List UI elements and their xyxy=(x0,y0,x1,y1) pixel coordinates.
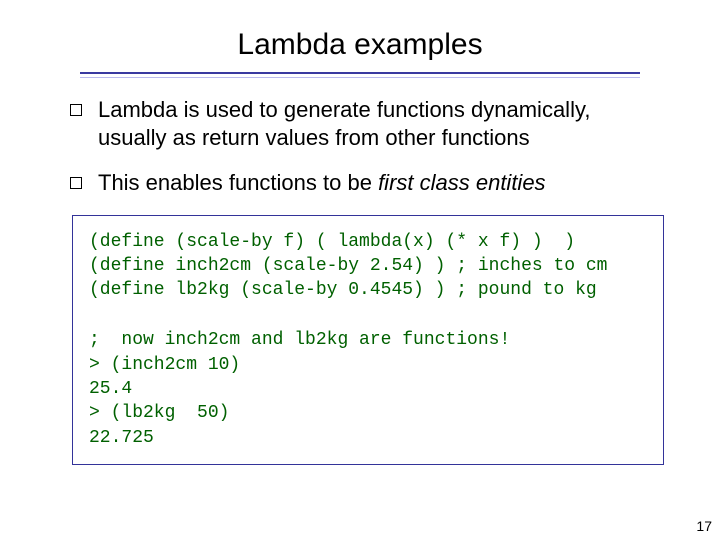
square-bullet-icon xyxy=(70,104,82,116)
title-underline xyxy=(80,72,640,78)
bullet-item: Lambda is used to generate functions dyn… xyxy=(70,96,660,151)
code-block: (define (scale-by f) ( lambda(x) (* x f)… xyxy=(72,215,664,465)
code-line: ; now inch2cm and lb2kg are functions! xyxy=(89,330,510,350)
code-line: (define lb2kg (scale-by 0.4545) ) ; poun… xyxy=(89,280,597,300)
square-bullet-icon xyxy=(70,177,82,189)
bullet-text-emphasis: first class entities xyxy=(378,170,546,195)
code-line: > (lb2kg 50) xyxy=(89,403,229,423)
bullet-text: This enables functions to be first class… xyxy=(98,169,546,197)
bullet-list: Lambda is used to generate functions dyn… xyxy=(70,96,660,197)
code-line: (define inch2cm (scale-by 2.54) ) ; inch… xyxy=(89,256,607,276)
bullet-text-prefix: This enables functions to be xyxy=(98,170,378,195)
bullet-text: Lambda is used to generate functions dyn… xyxy=(98,96,660,151)
code-line: 25.4 xyxy=(89,379,132,399)
page-number: 17 xyxy=(696,518,712,534)
code-gap xyxy=(89,302,647,328)
code-line: 22.725 xyxy=(89,428,154,448)
code-line: (define (scale-by f) ( lambda(x) (* x f)… xyxy=(89,232,575,252)
slide-title: Lambda examples xyxy=(0,0,720,68)
bullet-item: This enables functions to be first class… xyxy=(70,169,660,197)
code-line: > (inch2cm 10) xyxy=(89,355,240,375)
